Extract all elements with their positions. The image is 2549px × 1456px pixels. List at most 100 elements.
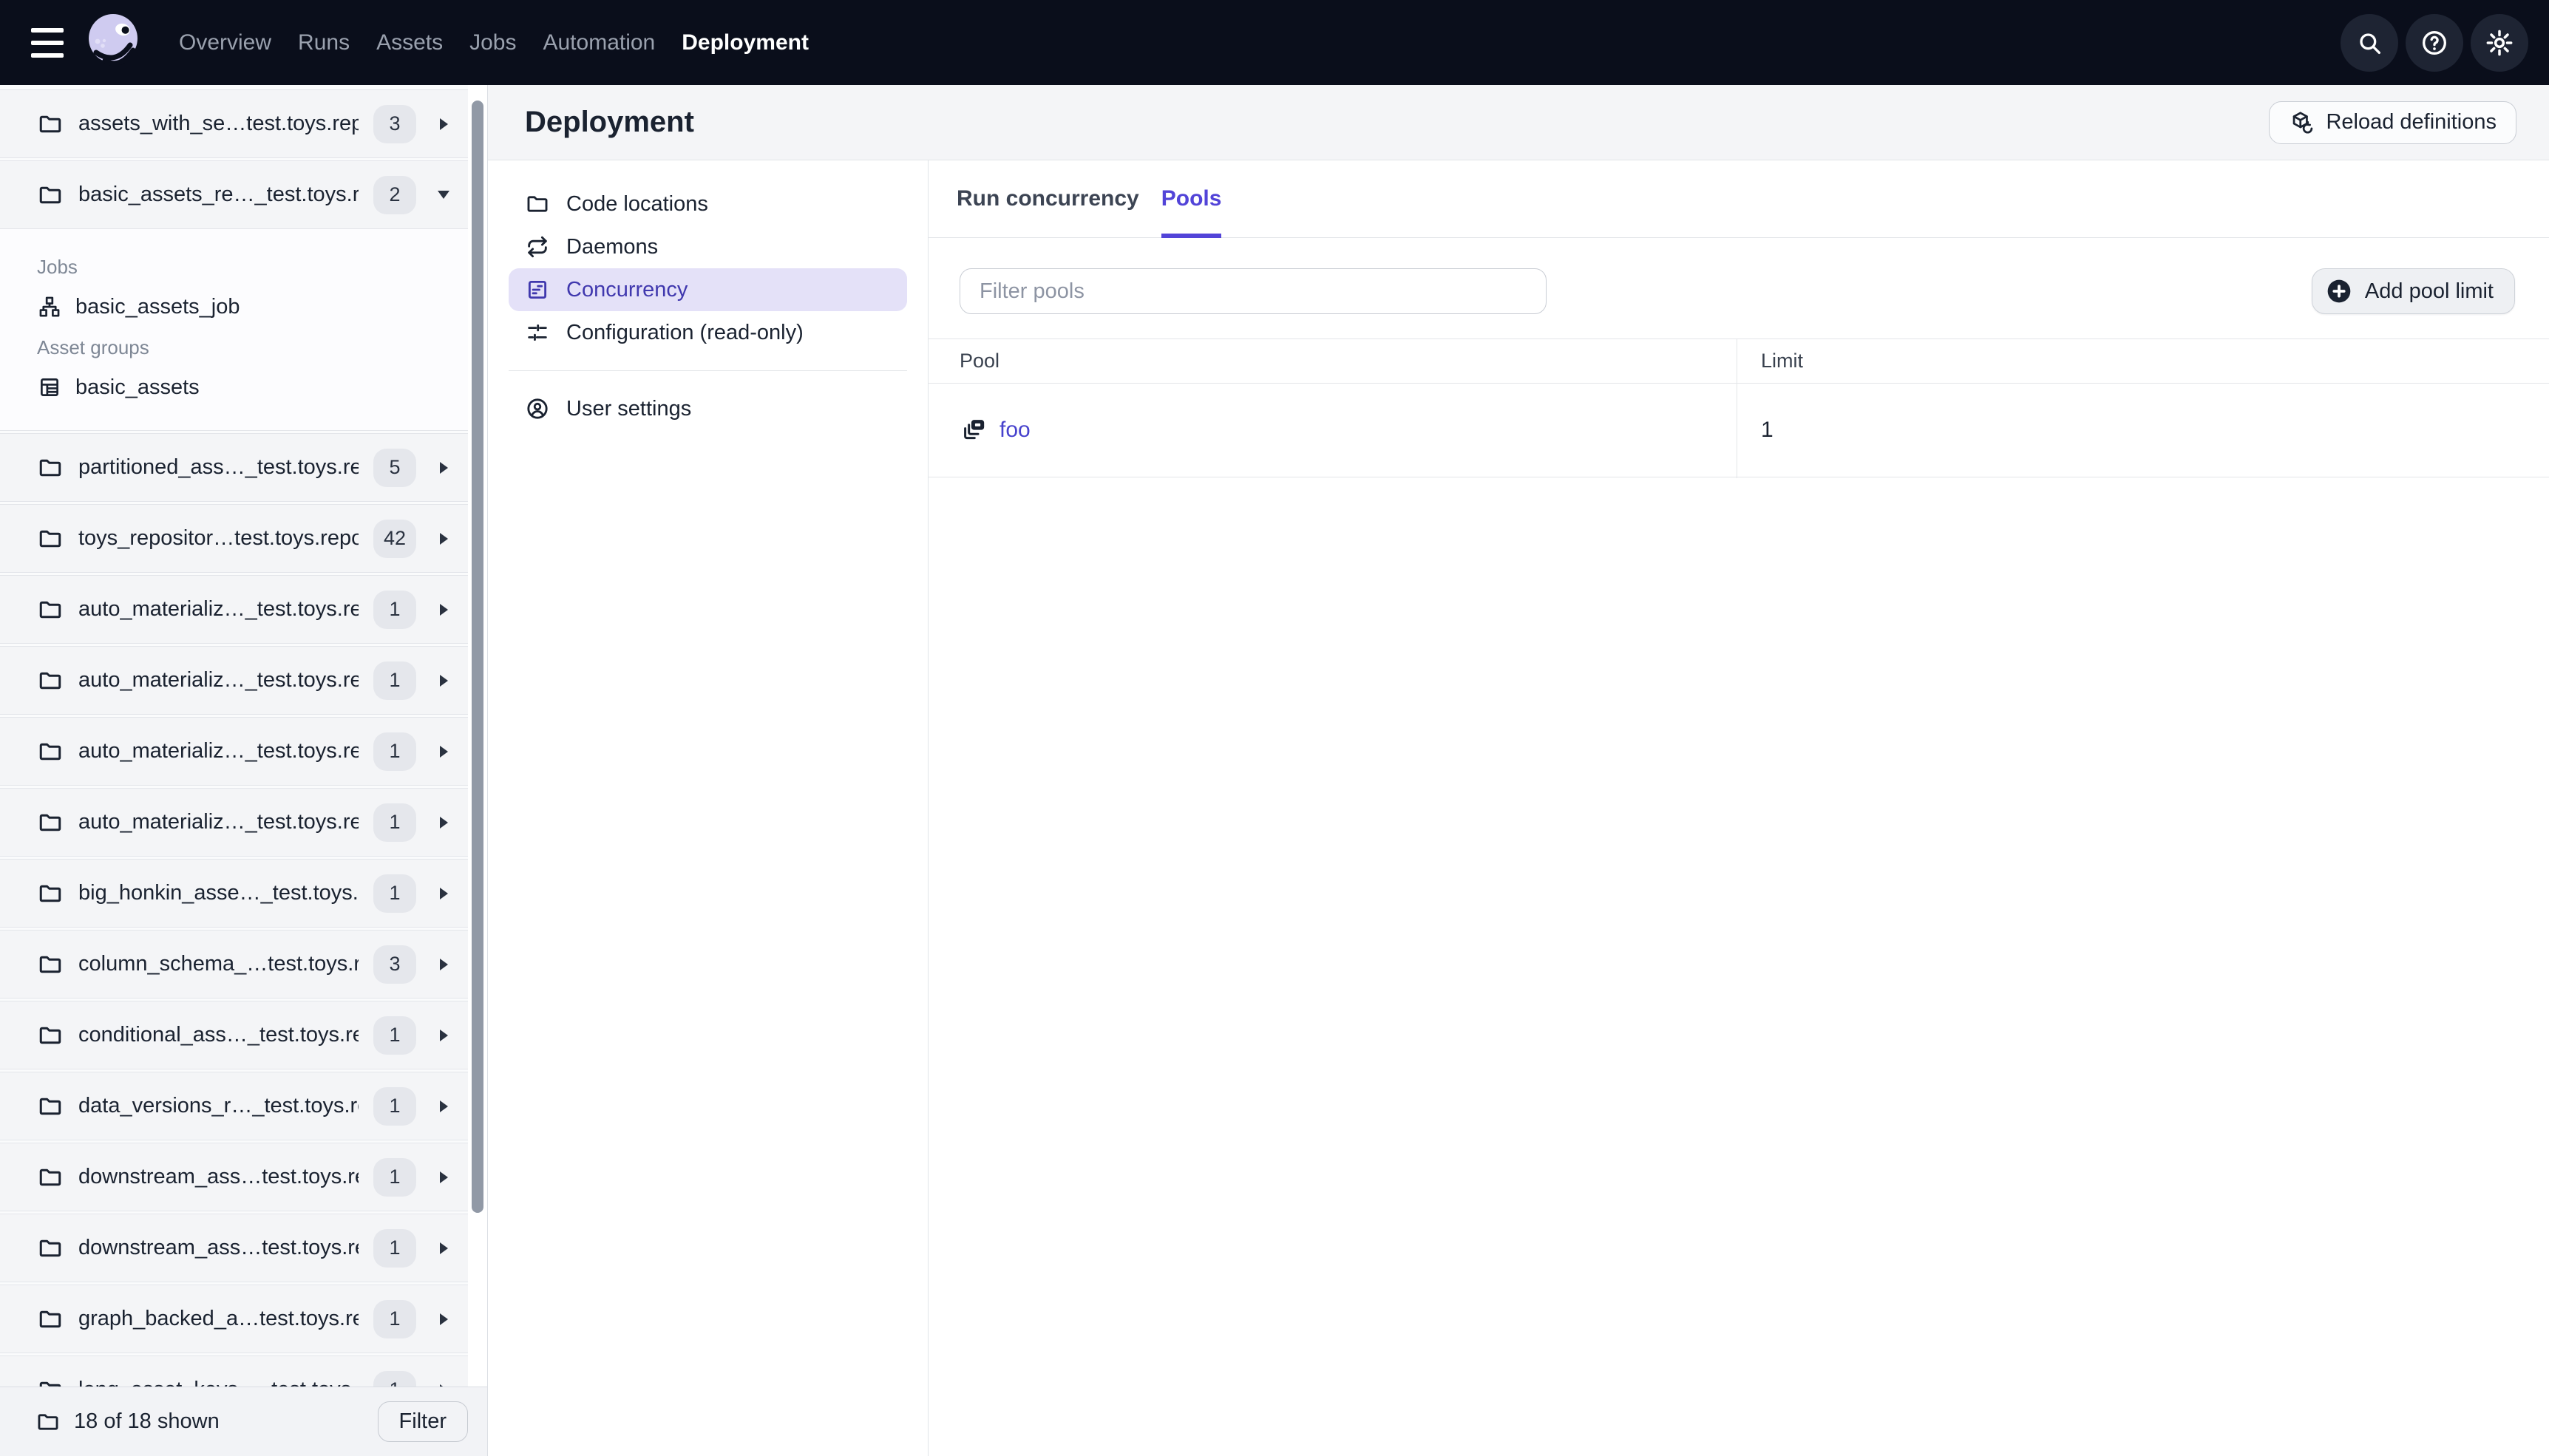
list-item[interactable]: basic_assets: [37, 367, 453, 408]
chevron-right-icon[interactable]: [431, 603, 456, 616]
reload-definitions-button[interactable]: Reload definitions: [2269, 101, 2516, 144]
chevron-down-icon[interactable]: [431, 191, 456, 199]
repo-count-badge: 1: [373, 874, 416, 913]
repo-name: partitioned_ass…_test.toys.rep: [78, 455, 359, 479]
repo-count-badge: 1: [373, 661, 416, 700]
folder-icon: [37, 880, 64, 907]
repo-block: big_honkin_asse…_test.toys.rep 1: [0, 859, 468, 928]
chevron-right-icon[interactable]: [431, 118, 456, 130]
help-icon[interactable]: [2406, 13, 2463, 72]
sidebar-repo-row[interactable]: downstream_ass…test.toys.rep 1: [0, 1143, 468, 1211]
chevron-right-icon[interactable]: [431, 1171, 456, 1183]
repo-count-badge: 5: [373, 448, 416, 487]
repo-count-badge: 42: [373, 519, 416, 558]
chevron-right-icon[interactable]: [431, 816, 456, 829]
sliders-icon: [525, 320, 550, 345]
column-header-limit: Limit: [1761, 350, 1804, 372]
settings-icon[interactable]: [2471, 13, 2528, 72]
subnav-item-user-settings[interactable]: User settings: [509, 387, 907, 430]
folder-icon: [37, 182, 64, 208]
chevron-right-icon[interactable]: [431, 532, 456, 545]
repo-count-badge: 1: [373, 1299, 416, 1338]
repo-name: big_honkin_asse…_test.toys.rep: [78, 881, 359, 905]
section-label: Asset groups: [37, 336, 149, 358]
add-pool-limit-button[interactable]: Add pool limit: [2311, 268, 2515, 314]
pool-link-foo[interactable]: foo: [999, 418, 1031, 443]
sidebar-repo-row[interactable]: graph_backed_a…test.toys.repo 1: [0, 1285, 468, 1353]
topnav-item-runs[interactable]: Runs: [298, 30, 350, 55]
repo-name: basic_assets_re…_test.toys.rep: [78, 183, 359, 206]
sidebar-repo-row[interactable]: long_asset_keys…_test.toys.rep 1: [0, 1355, 468, 1387]
tab-pools[interactable]: Pools: [1161, 160, 1221, 238]
folder-icon: [35, 1409, 61, 1435]
sidebar-repo-row[interactable]: auto_materializ…_test.toys.repo 1: [0, 646, 468, 715]
page-title: Deployment: [525, 106, 694, 138]
topnav-item-overview[interactable]: Overview: [179, 30, 271, 55]
repo-name: downstream_ass…test.toys.rep: [78, 1236, 359, 1259]
subnav-item-code-locations[interactable]: Code locations: [509, 183, 907, 225]
subnav-item-daemons[interactable]: Daemons: [509, 225, 907, 268]
filter-pools-input[interactable]: [960, 268, 1547, 314]
repo-count-summary: 18 of 18 shown: [74, 1409, 220, 1433]
sidebar-repo-row[interactable]: assets_with_se…test.toys.repo 3: [0, 89, 468, 158]
repo-name: conditional_ass…_test.toys.repo: [78, 1023, 359, 1047]
subnav-label: User settings: [566, 396, 692, 421]
topnav-item-automation[interactable]: Automation: [543, 30, 655, 55]
chevron-right-icon[interactable]: [431, 958, 456, 970]
repo-block: graph_backed_a…test.toys.repo 1: [0, 1285, 468, 1353]
chevron-right-icon[interactable]: [431, 745, 456, 758]
folder-icon: [37, 1306, 64, 1333]
chevron-right-icon[interactable]: [431, 1100, 456, 1112]
subnav-item-configuration[interactable]: Configuration (read-only): [509, 311, 907, 354]
chevron-right-icon[interactable]: [431, 1313, 456, 1325]
repo-block: auto_materializ…_test.toys.repo 1: [0, 646, 468, 715]
job-icon: [37, 294, 62, 319]
tab-run-concurrency[interactable]: Run concurrency: [957, 160, 1139, 237]
repo-block: data_versions_r…_test.toys.rep 1: [0, 1072, 468, 1140]
topnav-item-jobs[interactable]: Jobs: [469, 30, 516, 55]
folder-icon: [37, 738, 64, 765]
list-item[interactable]: basic_assets_job: [37, 286, 453, 327]
sidebar-scrollbar-track[interactable]: [468, 85, 487, 1387]
folder-icon: [37, 1022, 64, 1049]
sidebar-scrollbar-thumb[interactable]: [472, 101, 483, 1213]
subnav-label: Code locations: [566, 191, 708, 216]
chevron-right-icon[interactable]: [431, 1029, 456, 1041]
dagster-octopus-logo[interactable]: [86, 12, 140, 74]
repo-block: auto_materializ…_test.toys.repo 1: [0, 717, 468, 786]
repo-count-badge: 3: [373, 945, 416, 984]
sidebar-repo-row[interactable]: toys_repositor…test.toys.repo 42: [0, 504, 468, 573]
sidebar-repo-row[interactable]: downstream_ass…test.toys.rep 1: [0, 1214, 468, 1282]
pool-cell: foo: [960, 416, 1031, 444]
repo-name: toys_repositor…test.toys.repo: [78, 526, 359, 550]
table-row: foo 1: [929, 384, 2549, 477]
sidebar-repo-row[interactable]: basic_assets_re…_test.toys.rep 2: [0, 160, 468, 229]
sidebar-repo-row[interactable]: auto_materializ…_test.toys.repo 1: [0, 575, 468, 644]
primary-nav: Overview Runs Assets Jobs Automation Dep…: [179, 30, 809, 55]
sidebar-repo-row[interactable]: data_versions_r…_test.toys.rep 1: [0, 1072, 468, 1140]
subnav-label: Concurrency: [566, 277, 688, 302]
folder-icon: [37, 1164, 64, 1191]
sidebar-repo-row[interactable]: column_schema_…test.toys.rep 3: [0, 930, 468, 999]
chevron-right-icon[interactable]: [431, 1242, 456, 1254]
chevron-right-icon[interactable]: [431, 461, 456, 474]
repo-count-badge: 1: [373, 732, 416, 771]
repo-name: auto_materializ…_test.toys.repo: [78, 739, 359, 763]
repo-block: partitioned_ass…_test.toys.rep 5: [0, 433, 468, 502]
topnav-item-deployment[interactable]: Deployment: [682, 30, 809, 55]
repo-block: conditional_ass…_test.toys.repo 1: [0, 1001, 468, 1069]
filter-button[interactable]: Filter: [377, 1401, 468, 1442]
repo-block: basic_assets_re…_test.toys.rep 2 Jobs basic…: [0, 160, 468, 431]
sidebar-repo-row[interactable]: conditional_ass…_test.toys.repo 1: [0, 1001, 468, 1069]
menu-icon[interactable]: [31, 27, 65, 58]
topnav-item-assets[interactable]: Assets: [376, 30, 443, 55]
sidebar-repo-row[interactable]: auto_materializ…_test.toys.repo 1: [0, 717, 468, 786]
search-icon[interactable]: [2341, 13, 2398, 72]
sidebar-repo-row[interactable]: partitioned_ass…_test.toys.rep 5: [0, 433, 468, 502]
subnav-item-concurrency[interactable]: Concurrency: [509, 268, 907, 311]
chevron-right-icon[interactable]: [431, 674, 456, 687]
sidebar-repo-row[interactable]: auto_materializ…_test.toys.repo 1: [0, 788, 468, 857]
sidebar-footer: 18 of 18 shown Filter: [0, 1387, 487, 1456]
sidebar-repo-row[interactable]: big_honkin_asse…_test.toys.rep 1: [0, 859, 468, 928]
chevron-right-icon[interactable]: [431, 887, 456, 899]
